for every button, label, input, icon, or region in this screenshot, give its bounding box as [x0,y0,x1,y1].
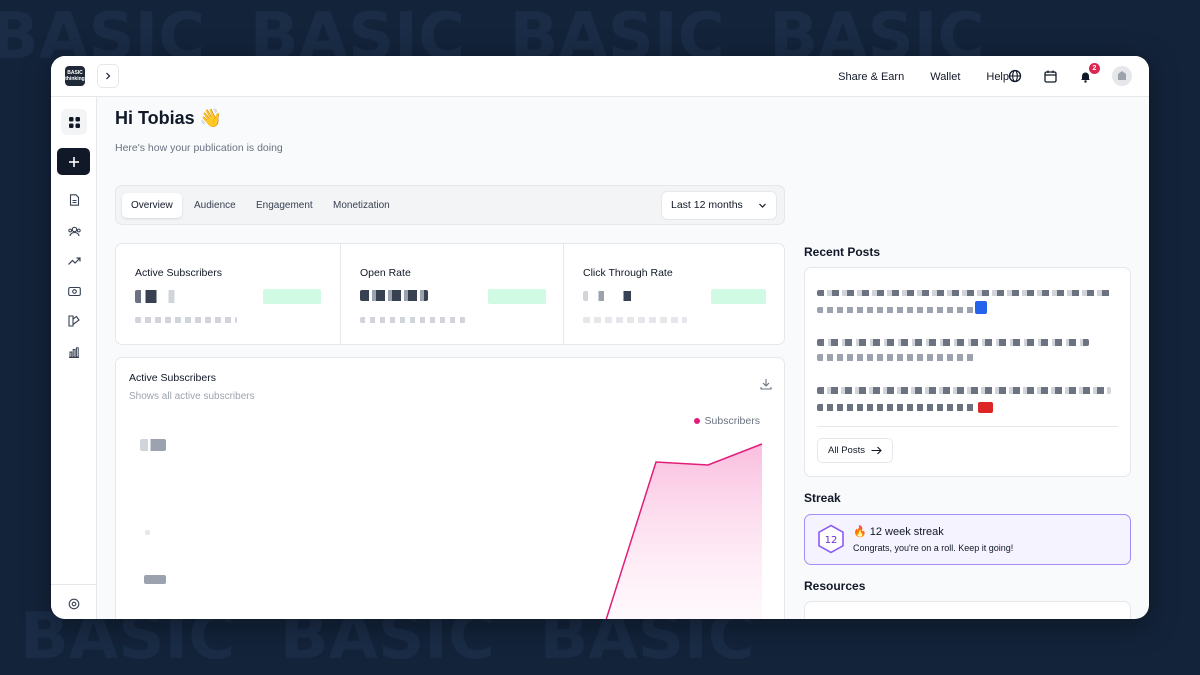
stat-label: Active Subscribers [135,267,222,279]
sidebar-item-growth[interactable] [65,252,83,270]
notification-count-badge: 2 [1089,63,1100,74]
all-posts-button[interactable]: All Posts [817,438,893,463]
sidebar-item-analytics[interactable] [65,343,83,361]
sidebar-item-design[interactable] [65,312,83,330]
trending-up-icon [67,257,81,265]
stat-caption-redacted [583,317,687,323]
plus-icon [68,156,79,167]
sidebar-item-posts[interactable] [65,191,83,209]
post-title-redacted[interactable] [817,387,1111,394]
post-title-redacted[interactable] [817,404,977,411]
tab-monetization[interactable]: Monetization [324,193,399,218]
subscribers-area [606,444,762,619]
fire-icon: 🔥 [853,526,867,538]
streak-message: Congrats, you're on a roll. Keep it goin… [853,543,1014,553]
post-title-redacted[interactable] [817,339,1089,346]
chart-plot-area [605,443,763,619]
publication-logo[interactable]: BASIC thinking [65,66,85,86]
tab-overview[interactable]: Overview [122,193,182,218]
top-bar: BASIC thinking Share & Earn Wallet Help 2 [51,56,1149,97]
stat-label: Click Through Rate [583,267,673,279]
stat-caption-redacted [360,317,466,323]
sidebar-item-audience[interactable] [65,222,83,240]
gear-icon [68,598,80,610]
app-window: BASIC thinking Share & Earn Wallet Help 2 [51,56,1149,619]
all-posts-label: All Posts [828,445,865,456]
stat-value-redacted [360,290,428,301]
globe-icon[interactable] [1007,68,1023,84]
stat-card-active-subscribers[interactable]: Active Subscribers [116,244,340,344]
streak-count: 12 [825,535,838,546]
create-new-button[interactable] [57,148,90,175]
recent-posts-card: All Posts [804,267,1131,477]
streak-card: 12 🔥 12 week streak Congrats, you're on … [804,514,1131,565]
streak-title-text: 12 week streak [869,526,944,538]
resources-card [804,601,1131,619]
chevron-right-icon [106,72,111,80]
stat-label: Open Rate [360,267,411,279]
date-range-select[interactable]: Last 12 months [661,191,777,220]
sidebar-divider [51,584,97,585]
post-emoji-redacted [978,402,993,413]
resources-heading: Resources [804,579,866,593]
streak-heading: Streak [804,491,841,505]
grid-icon [68,116,80,128]
bell-icon[interactable]: 2 [1077,63,1100,84]
document-icon [69,194,79,206]
help-link[interactable]: Help [986,71,1009,83]
top-nav: Share & Earn Wallet Help [838,56,1009,97]
tab-engagement[interactable]: Engagement [247,193,322,218]
wallet-link[interactable]: Wallet [930,71,960,83]
sidebar-item-dashboard[interactable] [61,109,87,135]
bar-chart-icon [69,346,79,358]
stat-change-badge-redacted [711,289,766,304]
post-title-redacted[interactable] [817,307,987,313]
arrow-right-icon [871,446,882,455]
stat-card-click-through-rate[interactable]: Click Through Rate [563,244,786,344]
streak-hexagon-icon: 12 [818,524,844,554]
date-range-value: Last 12 months [671,199,743,211]
avatar-placeholder-icon [1118,71,1126,80]
share-earn-link[interactable]: Share & Earn [838,71,904,83]
palette-icon [68,315,80,327]
post-emoji-redacted [975,301,987,314]
user-avatar[interactable] [1112,66,1132,86]
tab-audience[interactable]: Audience [185,193,245,218]
stat-change-badge-redacted [488,289,546,304]
recent-posts-heading: Recent Posts [804,245,881,259]
dashboard-tabs: Overview Audience Engagement Monetizatio… [115,185,785,225]
page-title: Hi Tobias 👋 [115,108,223,128]
expand-sidebar-button[interactable] [97,64,119,88]
active-subscribers-chart-card: Active Subscribers Shows all active subs… [115,357,785,619]
sidebar [51,97,97,619]
page-subtitle: Here's how your publication is doing [115,142,283,154]
post-title-redacted[interactable] [817,290,1112,296]
stats-row: Active Subscribers Open Rate Click Throu… [115,243,785,345]
sidebar-item-monetization[interactable] [65,282,83,300]
streak-title: 🔥 12 week streak [853,525,944,538]
stat-value-redacted [583,291,635,301]
stat-change-badge-redacted [263,289,321,304]
chevron-down-icon [759,203,766,208]
sidebar-item-settings[interactable] [65,595,83,613]
money-icon [67,286,81,296]
stat-caption-redacted [135,317,237,323]
calendar-icon[interactable] [1042,68,1058,84]
posts-divider [817,426,1118,427]
stat-card-open-rate[interactable]: Open Rate [340,244,563,344]
users-icon [67,226,81,236]
post-title-redacted[interactable] [817,354,977,361]
stat-value-redacted [135,290,183,303]
